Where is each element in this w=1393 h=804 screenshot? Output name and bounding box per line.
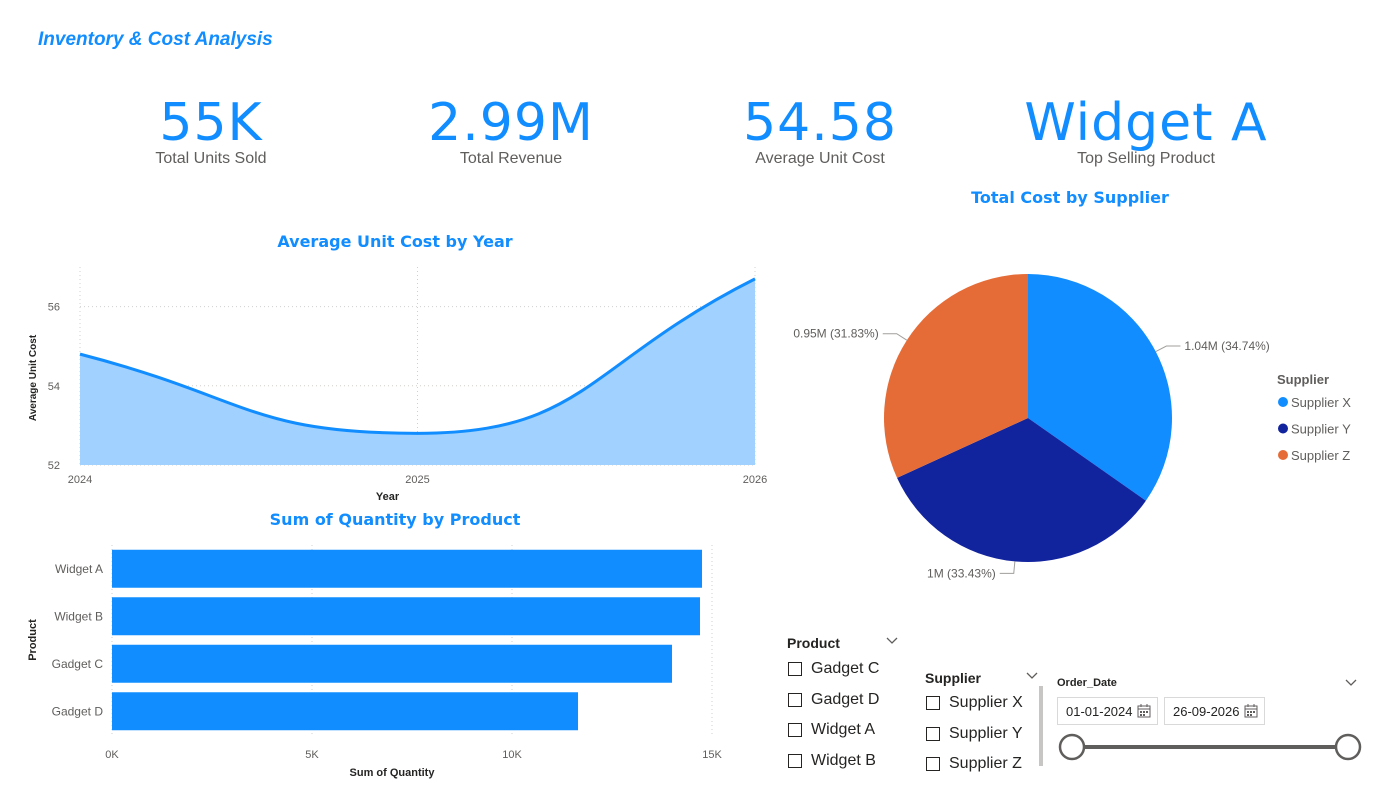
slider-handle-end[interactable]	[1334, 733, 1362, 761]
chevron-down-icon[interactable]	[1026, 672, 1038, 680]
quantity-by-product-bar-chart[interactable]: 0K 5K 10K 15K Widget A Widget B Gadget C Gadget…	[0, 535, 760, 785]
bar	[112, 549, 702, 588]
legend-item: Supplier Z	[1291, 448, 1350, 463]
x-tick-label: 2026	[743, 474, 767, 486]
product-slicer-header: Product	[787, 635, 840, 651]
x-axis-label: Year	[376, 491, 400, 503]
y-tick-label: 56	[48, 302, 60, 314]
page-title: Inventory & Cost Analysis	[38, 29, 273, 50]
y-tick-label: 54	[48, 381, 60, 393]
y-tick-label: 52	[48, 460, 60, 472]
kpi-card-average-unit-cost: 54.58 Average Unit Cost	[690, 92, 950, 168]
kpi-label: Average Unit Cost	[755, 150, 885, 167]
slicer-item-label: Supplier Y	[949, 725, 1023, 742]
slicer-item-label: Supplier X	[949, 694, 1023, 711]
pie-chart-title: Total Cost by Supplier	[971, 188, 1169, 207]
legend-marker	[1278, 450, 1288, 460]
data-label: 0.95M (31.83%)	[793, 327, 878, 341]
slicer-item-label: Widget A	[811, 721, 876, 738]
slicer-item-widget-a[interactable]: Widget A	[788, 721, 875, 739]
legend-item: Supplier Y	[1291, 422, 1351, 437]
y-tick-label: Gadget C	[52, 657, 104, 671]
kpi-label: Total Revenue	[459, 150, 563, 167]
legend-marker	[1278, 423, 1288, 434]
x-tick-label: 2025	[405, 474, 429, 486]
kpi-value: 55K	[159, 93, 263, 153]
slicer-item-widget-b[interactable]: Widget B	[788, 752, 876, 770]
slicer-item-supplier-z[interactable]: Supplier Z	[926, 755, 1022, 773]
product-slicer: Product	[787, 633, 905, 652]
total-cost-by-supplier-pie-chart[interactable]: 1.04M (34.74%) 1M (33.43%) 0.95M (31.83%) S…	[780, 210, 1393, 610]
calendar-icon[interactable]	[1137, 704, 1151, 718]
slicer-item-gadget-d[interactable]: Gadget D	[788, 691, 879, 709]
calendar-icon[interactable]	[1244, 704, 1258, 718]
x-tick-label: 2024	[68, 474, 92, 486]
slicer-item-supplier-y[interactable]: Supplier Y	[926, 725, 1023, 743]
x-tick-label: 15K	[702, 749, 722, 761]
average-unit-cost-area-chart[interactable]: 52 54 56 2024 2025 2026 Year Average Unit Cost	[0, 255, 780, 505]
kpi-card-total-units-sold: 55K Total Units Sold	[81, 92, 341, 168]
x-tick-label: 10K	[502, 749, 522, 761]
date-range-slider[interactable]	[1055, 730, 1365, 766]
chevron-down-icon[interactable]	[1345, 679, 1357, 687]
start-date-input[interactable]: 01-01-2024	[1057, 697, 1158, 725]
slicer-item-label: Supplier Z	[949, 755, 1022, 772]
x-tick-label: 5K	[305, 749, 319, 761]
chevron-down-icon[interactable]	[886, 637, 898, 645]
kpi-value: Widget A	[1024, 93, 1268, 153]
bar	[112, 692, 578, 731]
order-date-slicer-header: Order_Date	[1057, 677, 1117, 689]
kpi-card-total-revenue: 2.99M Total Revenue	[381, 92, 641, 168]
slicer-item-label: Gadget C	[811, 660, 880, 677]
x-tick-label: 0K	[105, 749, 119, 761]
bar	[112, 644, 672, 683]
end-date-value: 26-09-2026	[1173, 703, 1240, 719]
legend-title: Supplier	[1277, 372, 1329, 387]
bar-chart-title: Sum of Quantity by Product	[269, 510, 521, 529]
slicer-item-label: Widget B	[811, 752, 876, 769]
data-label: 1.04M (34.74%)	[1184, 339, 1269, 353]
leader-line	[882, 333, 908, 341]
checkbox[interactable]	[788, 693, 802, 707]
checkbox[interactable]	[788, 723, 802, 737]
slicer-item-label: Gadget D	[811, 691, 880, 708]
kpi-value: 54.58	[743, 93, 897, 153]
start-date-value: 01-01-2024	[1066, 703, 1133, 719]
checkbox[interactable]	[788, 662, 802, 676]
kpi-label: Total Units Sold	[155, 150, 267, 167]
kpi-value: 2.99M	[428, 93, 594, 153]
legend-marker	[1278, 397, 1288, 407]
slicer-scrollbar[interactable]	[1039, 686, 1043, 766]
checkbox[interactable]	[926, 727, 940, 741]
y-axis-label: Average Unit Cost	[28, 334, 39, 421]
bar	[112, 597, 700, 636]
y-tick-label: Gadget D	[52, 704, 104, 718]
y-tick-label: Widget B	[54, 609, 103, 623]
legend-item: Supplier X	[1291, 395, 1351, 410]
end-date-input[interactable]: 26-09-2026	[1164, 697, 1265, 725]
supplier-slicer-header: Supplier	[925, 670, 982, 686]
checkbox[interactable]	[926, 757, 940, 771]
supplier-slicer: Supplier	[925, 668, 1043, 687]
slider-handle-start[interactable]	[1058, 733, 1086, 761]
slicer-item-supplier-x[interactable]: Supplier X	[926, 694, 1023, 712]
leader-line	[1155, 345, 1181, 353]
kpi-card-top-selling-product: Widget A Top Selling Product	[1016, 92, 1276, 168]
data-label: 1M (33.43%)	[927, 566, 996, 580]
line-chart-title: Average Unit Cost by Year	[277, 232, 513, 251]
slicer-item-gadget-c[interactable]: Gadget C	[788, 660, 879, 678]
x-axis-label: Sum of Quantity	[350, 767, 436, 779]
leader-line	[999, 561, 1016, 574]
y-axis-label: Product	[27, 619, 39, 661]
checkbox[interactable]	[788, 754, 802, 768]
checkbox[interactable]	[926, 696, 940, 710]
y-tick-label: Widget A	[55, 562, 103, 576]
